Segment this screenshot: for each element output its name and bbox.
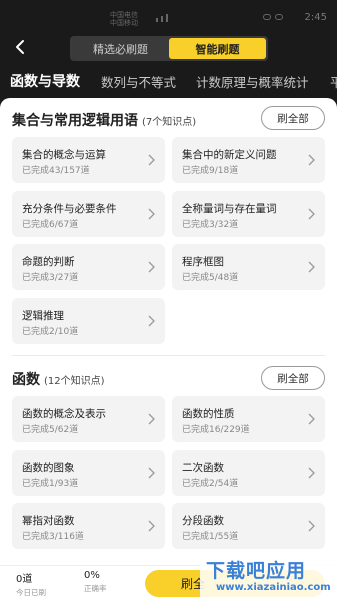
- accuracy-stat: 0% 正确率: [84, 570, 107, 594]
- chevron-right-icon: [148, 413, 155, 425]
- card-title: 逻辑推理: [22, 310, 64, 322]
- knowledge-card[interactable]: 集合的概念与运算 已完成43/157道: [12, 137, 165, 183]
- chevron-right-icon: [148, 520, 155, 532]
- status-icons: [263, 14, 283, 20]
- card-progress: 已完成5/48道: [182, 273, 239, 283]
- chevron-right-icon: [148, 315, 155, 327]
- battery-icon: [275, 14, 283, 20]
- knowledge-card[interactable]: 充分条件与必要条件 已完成6/67道: [12, 191, 165, 237]
- tab-functions-derivatives[interactable]: 函数与导数: [10, 72, 80, 91]
- knowledge-card[interactable]: 程序框图 已完成5/48道: [172, 244, 325, 290]
- card-title: 程序框图: [182, 256, 224, 268]
- status-bar: 中国电信 中国移动 2:45: [0, 0, 337, 36]
- card-title: 分段函数: [182, 515, 224, 527]
- section-count: (12个知识点): [44, 376, 105, 387]
- tab-selected-questions[interactable]: 精选必刷题: [72, 38, 169, 59]
- knowledge-card[interactable]: 函数的概念及表示 已完成5/62道: [12, 396, 165, 442]
- chevron-right-icon: [308, 208, 315, 220]
- carrier-label: 中国电信 中国移动: [110, 11, 138, 27]
- card-title: 二次函数: [182, 462, 224, 474]
- chevron-right-icon: [148, 467, 155, 479]
- card-progress: 已完成6/67道: [22, 220, 79, 230]
- topic-panel: 集合与常用逻辑用语 (7个知识点) 刷全部 集合的概念与运算 已完成43/157…: [0, 98, 337, 565]
- chevron-right-icon: [308, 261, 315, 273]
- section-divider: [12, 355, 325, 356]
- knowledge-card[interactable]: 二次函数 已完成2/54道: [172, 450, 325, 496]
- tab-sequences-inequalities[interactable]: 数列与不等式: [101, 72, 176, 91]
- card-progress: 已完成5/62道: [22, 425, 79, 435]
- knowledge-card[interactable]: 函数的性质 已完成16/229道: [172, 396, 325, 442]
- section-header: 函数 (12个知识点): [12, 369, 105, 389]
- card-progress: 已完成3/27道: [22, 273, 79, 283]
- section-title: 集合与常用逻辑用语: [12, 113, 138, 129]
- chevron-right-icon: [148, 154, 155, 166]
- back-button[interactable]: [12, 39, 32, 59]
- card-progress: 已完成9/18道: [182, 166, 239, 176]
- knowledge-card[interactable]: 集合中的新定义问题 已完成9/18道: [172, 137, 325, 183]
- watermark-url: www.xiazainiao.com: [216, 582, 331, 593]
- section-title: 函数: [12, 372, 40, 388]
- card-progress: 已完成1/93道: [22, 479, 79, 489]
- status-time: 2:45: [304, 12, 327, 23]
- section-header: 集合与常用逻辑用语 (7个知识点): [12, 110, 196, 130]
- card-progress: 已完成3/32道: [182, 220, 239, 230]
- card-title: 集合的概念与运算: [22, 149, 106, 161]
- header: 精选必刷题 智能刷题: [0, 36, 337, 64]
- eye-icon: [263, 14, 271, 20]
- chevron-right-icon: [148, 261, 155, 273]
- signal-icon: [156, 14, 168, 22]
- accuracy-label: 正确率: [84, 584, 107, 593]
- chevron-left-icon: [16, 40, 24, 54]
- card-progress: 已完成16/229道: [182, 425, 250, 435]
- practice-all-button[interactable]: 刷全部: [261, 106, 325, 130]
- today-stat: 0道 今日已刷: [16, 570, 46, 598]
- tab-next-partial[interactable]: 平: [330, 72, 337, 91]
- card-title: 充分条件与必要条件: [22, 203, 117, 215]
- section-count: (7个知识点): [142, 117, 197, 128]
- practice-all-button[interactable]: 刷全部: [261, 366, 325, 390]
- chevron-right-icon: [308, 413, 315, 425]
- chevron-right-icon: [308, 520, 315, 532]
- knowledge-card[interactable]: 幂指对函数 已完成3/116道: [12, 503, 165, 549]
- today-label: 今日已刷: [16, 588, 46, 597]
- mode-switch: 精选必刷题 智能刷题: [70, 36, 268, 61]
- accuracy-value: 0%: [84, 570, 100, 581]
- today-value: 0道: [16, 574, 33, 585]
- card-progress: 已完成3/116道: [22, 532, 84, 542]
- card-title: 全称量词与存在量词: [182, 203, 277, 215]
- card-progress: 已完成43/157道: [22, 166, 90, 176]
- card-title: 函数的概念及表示: [22, 408, 106, 420]
- card-title: 函数的图象: [22, 462, 75, 474]
- card-title: 函数的性质: [182, 408, 235, 420]
- knowledge-card[interactable]: 分段函数 已完成1/55道: [172, 503, 325, 549]
- chevron-right-icon: [308, 467, 315, 479]
- knowledge-card[interactable]: 命题的判断 已完成3/27道: [12, 244, 165, 290]
- chevron-right-icon: [148, 208, 155, 220]
- card-progress: 已完成2/54道: [182, 479, 239, 489]
- tab-smart-practice[interactable]: 智能刷题: [169, 38, 266, 59]
- card-progress: 已完成2/10道: [22, 327, 79, 337]
- watermark-title: 下载吧应用: [206, 560, 307, 582]
- knowledge-card[interactable]: 函数的图象 已完成1/93道: [12, 450, 165, 496]
- knowledge-card[interactable]: 全称量词与存在量词 已完成3/32道: [172, 191, 325, 237]
- tab-counting-probability[interactable]: 计数原理与概率统计: [196, 72, 309, 91]
- card-title: 集合中的新定义问题: [182, 149, 277, 161]
- chevron-right-icon: [308, 154, 315, 166]
- watermark: 下载吧应用 www.xiazainiao.com: [200, 553, 337, 600]
- card-progress: 已完成1/55道: [182, 532, 239, 542]
- category-tabs: 函数与导数 数列与不等式 计数原理与概率统计 平: [0, 72, 337, 94]
- card-title: 命题的判断: [22, 256, 75, 268]
- knowledge-card[interactable]: 逻辑推理 已完成2/10道: [12, 298, 165, 344]
- card-title: 幂指对函数: [22, 515, 75, 527]
